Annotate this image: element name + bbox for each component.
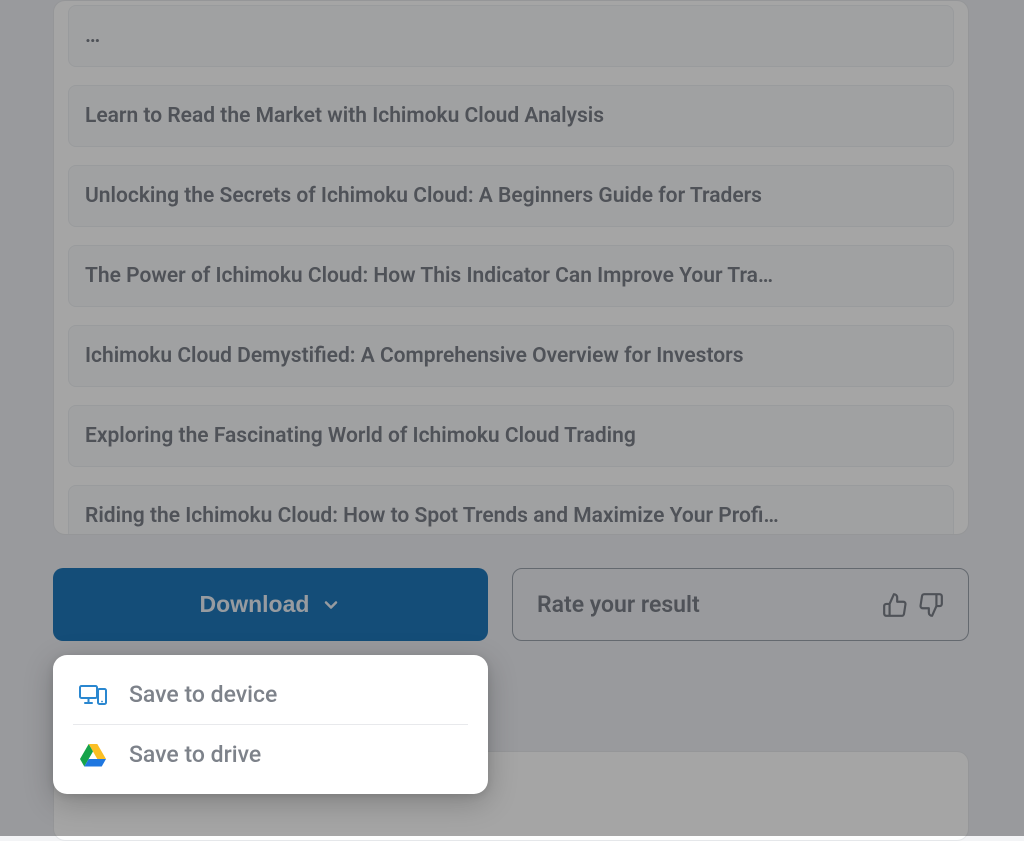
menu-item-label: Save to drive xyxy=(129,741,261,768)
download-menu: Save to device Save to drive xyxy=(53,655,488,794)
actions-row: Download Rate your result xyxy=(53,568,969,641)
list-item[interactable]: … xyxy=(68,5,954,67)
download-button-label: Download xyxy=(200,591,310,618)
thumbs-down-icon[interactable] xyxy=(918,592,944,618)
thumbs-group xyxy=(882,592,944,618)
thumbs-up-icon[interactable] xyxy=(882,592,908,618)
google-drive-icon xyxy=(79,742,107,768)
list-item[interactable]: Exploring the Fascinating World of Ichim… xyxy=(68,405,954,467)
menu-item-label: Save to device xyxy=(129,681,277,708)
rate-label: Rate your result xyxy=(537,591,700,618)
menu-item-save-drive[interactable]: Save to drive xyxy=(53,725,488,784)
menu-item-save-device[interactable]: Save to device xyxy=(53,665,488,724)
rate-box: Rate your result xyxy=(512,568,969,641)
devices-icon xyxy=(79,684,107,706)
list-item[interactable]: The Power of Ichimoku Cloud: How This In… xyxy=(68,245,954,307)
list-item[interactable]: Learn to Read the Market with Ichimoku C… xyxy=(68,85,954,147)
list-item[interactable]: Riding the Ichimoku Cloud: How to Spot T… xyxy=(68,485,954,535)
list-item[interactable]: Unlocking the Secrets of Ichimoku Cloud:… xyxy=(68,165,954,227)
chevron-down-icon xyxy=(321,595,341,615)
list-item[interactable]: Ichimoku Cloud Demystified: A Comprehens… xyxy=(68,325,954,387)
download-button[interactable]: Download xyxy=(53,568,488,641)
results-card: … Learn to Read the Market with Ichimoku… xyxy=(53,0,969,535)
